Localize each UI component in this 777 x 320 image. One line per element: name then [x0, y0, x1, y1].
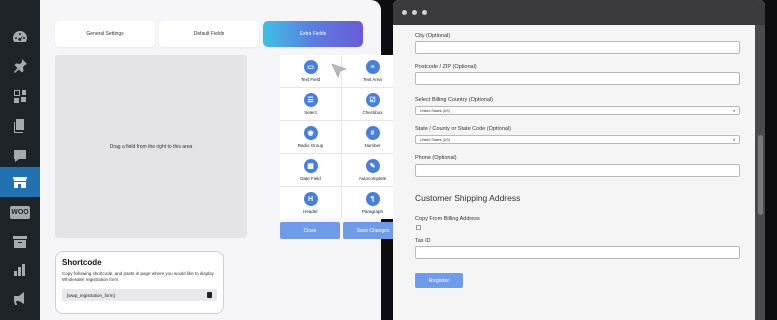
field-option-label: Autocomplete [358, 176, 387, 181]
window-dot [402, 10, 407, 15]
close-button[interactable]: Close [280, 222, 340, 239]
copy-icon[interactable] [207, 292, 212, 298]
media-icon[interactable] [0, 84, 40, 108]
chevron-down-icon: ▾ [733, 108, 735, 113]
dropzone-hint: Drag a field from the right to this area [109, 143, 193, 150]
text-field-icon: ▭ [303, 60, 318, 74]
shortcode-value: [wwp_registration_form] [67, 292, 115, 298]
postcode-label: Postcode / ZIP (Optional) [415, 64, 477, 70]
field-option-label: Paragraph [361, 209, 383, 214]
number-icon: # [365, 126, 380, 140]
tax-id-label: Tax ID [415, 238, 431, 244]
header-icon: H [303, 192, 318, 206]
state-value: United States (US) [420, 137, 450, 142]
city-input[interactable] [415, 41, 740, 54]
tab-extra-fields[interactable]: Extra Fields [263, 21, 363, 47]
copy-billing-checkbox[interactable] [416, 225, 421, 230]
field-option-label: Text Area [363, 77, 382, 82]
pages-icon[interactable] [0, 114, 40, 138]
woocommerce-icon[interactable]: WOO [0, 200, 40, 224]
marketing-icon[interactable] [0, 286, 40, 310]
scrollbar[interactable] [755, 25, 765, 320]
city-label: City (Optional) [415, 33, 451, 39]
tab-default-fields[interactable]: Default Fields [159, 21, 259, 47]
field-option[interactable]: ◉ Radio Group [280, 121, 341, 153]
autocomplete-icon: ✎ [365, 159, 380, 173]
billing-country-value: United States (US) [420, 108, 450, 113]
shortcode-box[interactable]: [wwp_registration_form] [62, 289, 217, 301]
postcode-input[interactable] [415, 72, 740, 85]
billing-country-select[interactable]: United States (US) ▾ [415, 106, 740, 115]
field-option-label: Header [303, 209, 318, 214]
state-label: State / County or State Code (Optional) [415, 126, 511, 132]
shortcode-description: Copy following shortcode, and paste in p… [62, 271, 214, 282]
field-drop-area[interactable]: Drag a field from the right to this area [55, 55, 247, 238]
archive-icon[interactable] [0, 230, 40, 254]
browser-titlebar [393, 0, 765, 25]
tax-id-input[interactable] [415, 246, 740, 259]
field-option-label: Checkbox [362, 110, 383, 115]
analytics-icon[interactable] [0, 258, 40, 282]
select-icon: ☰ [303, 93, 318, 107]
cursor-icon [331, 63, 347, 78]
date-field-icon: ▦ [303, 159, 318, 173]
phone-input[interactable] [415, 164, 740, 177]
billing-country-label: Select Billing Country (Optional) [415, 97, 493, 103]
tab-general-settings[interactable]: General Settings [55, 21, 155, 47]
field-option[interactable]: ☰ Select [280, 88, 341, 120]
field-option-label: Number [364, 143, 381, 148]
text-area-icon: ≡ [365, 60, 380, 74]
checkbox-icon: ☑ [365, 93, 380, 107]
settings-tabs: General Settings Default Fields Extra Fi… [55, 21, 363, 47]
shipping-section-title: Customer Shipping Address [415, 193, 521, 203]
pin-icon[interactable] [0, 54, 40, 78]
shortcode-title: Shortcode [62, 258, 102, 267]
comments-icon[interactable] [0, 144, 40, 168]
field-option-label: Radio Group [297, 143, 324, 148]
field-option[interactable]: ▦ Date Field [280, 154, 341, 186]
field-option[interactable]: H Header [280, 187, 341, 219]
chevron-down-icon: ▾ [733, 137, 735, 142]
dashboard-icon[interactable] [0, 25, 40, 49]
browser-window: City (Optional) Postcode / ZIP (Optional… [393, 0, 765, 320]
scroll-thumb[interactable] [758, 135, 763, 215]
radio-group-icon: ◉ [303, 126, 318, 140]
shortcode-card: Shortcode Copy following shortcode, and … [55, 251, 224, 314]
store-icon[interactable] [0, 167, 40, 197]
field-option-label: Text Field [300, 77, 321, 82]
phone-label: Phone (Optional) [415, 155, 457, 161]
field-option-label: Select [304, 110, 317, 115]
field-option-label: Date Field [300, 176, 321, 181]
admin-sidebar: WOO [0, 0, 40, 320]
register-button[interactable]: Register [415, 273, 463, 288]
paragraph-icon: ¶ [365, 192, 380, 206]
copy-billing-label: Copy From Billing Address [415, 216, 480, 222]
window-dot [422, 10, 427, 15]
window-dot [412, 10, 417, 15]
state-select[interactable]: United States (US) ▾ [415, 135, 740, 144]
